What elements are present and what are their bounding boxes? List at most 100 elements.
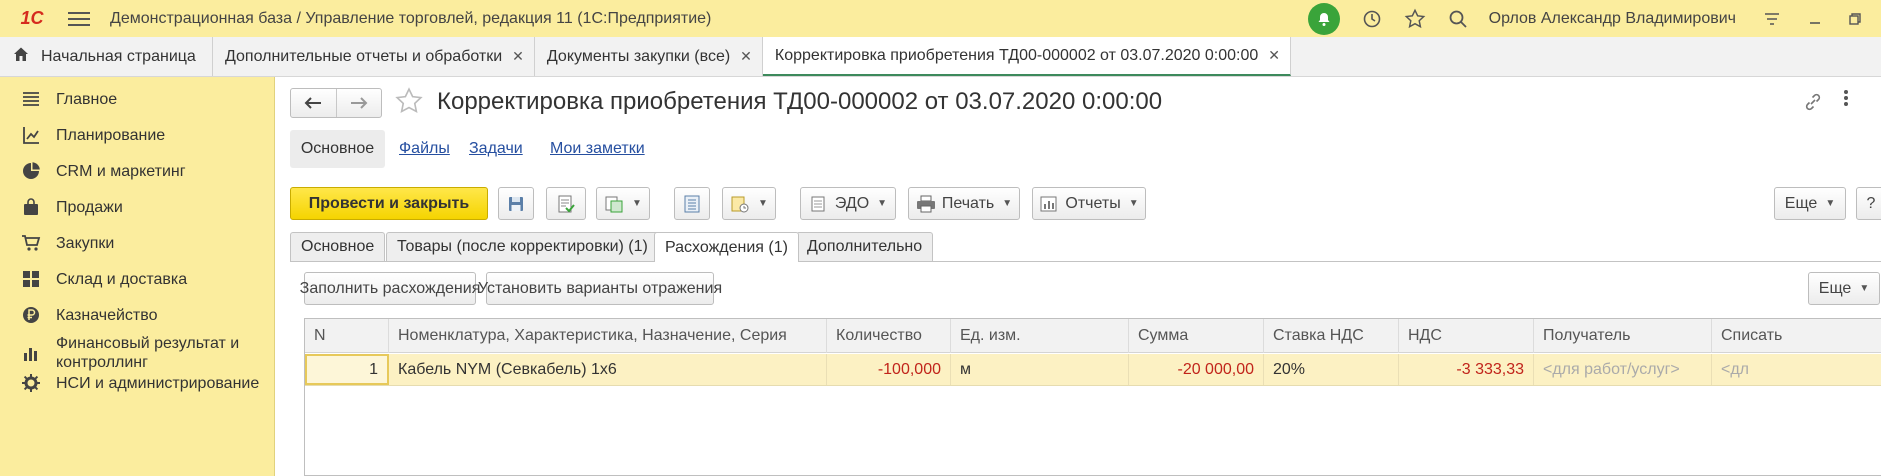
column-header-vat-rate[interactable]: Ставка НДС [1264, 319, 1399, 353]
sidebar-item-crm[interactable]: CRM и маркетинг [0, 159, 275, 183]
column-header-unit[interactable]: Ед. изм. [951, 319, 1129, 353]
tab-goods-after-correction[interactable]: Товары (после корректировки) (1) [386, 232, 659, 261]
sidebar-item-label: Главное [56, 90, 118, 108]
user-name[interactable]: Орлов Александр Владимирович [1489, 10, 1736, 28]
close-icon[interactable]: ✕ [512, 48, 524, 65]
section-main[interactable]: Основное [290, 130, 385, 168]
sidebar-item-label: НСИ и администрирование [56, 374, 260, 392]
attachments-button[interactable]: ▼ [722, 187, 776, 220]
section-files-link[interactable]: Файлы [399, 130, 450, 168]
tab-purchase-correction[interactable]: Корректировка приобретения ТД00-000002 о… [762, 37, 1292, 76]
gear-icon [20, 372, 42, 394]
reports-icon [1039, 194, 1059, 214]
cell-vat[interactable]: -3 333,33 [1399, 354, 1534, 385]
cell-unit[interactable]: м [951, 354, 1129, 385]
cell-item[interactable]: Кабель NYM (Севкабель) 1х6 [389, 354, 827, 385]
tab-additional[interactable]: Дополнительно [796, 232, 934, 261]
edo-icon [809, 194, 829, 214]
tab-additional-reports[interactable]: Дополнительные отчеты и обработки ✕ [213, 37, 535, 76]
chevron-down-icon: ▼ [1825, 198, 1836, 209]
cell-n[interactable]: 1 [305, 354, 389, 385]
chevron-down-icon: ▼ [632, 198, 642, 209]
table-row[interactable]: 1 Кабель NYM (Севкабель) 1х6 -100,000 м … [305, 354, 1881, 386]
sidebar-item-label: Финансовый результат и контроллинг [56, 335, 240, 371]
section-tasks-link[interactable]: Задачи [469, 130, 523, 168]
tab-discrepancies[interactable]: Расхождения (1) [654, 232, 799, 262]
cell-writeoff[interactable]: <дл [1712, 354, 1881, 385]
document-list-icon [682, 194, 702, 214]
warehouse-grid-icon [20, 268, 42, 290]
post-button[interactable] [546, 187, 586, 220]
column-header-quantity[interactable]: Количество [827, 319, 951, 353]
back-arrow-icon[interactable] [291, 89, 336, 117]
sidebar-item-purchases[interactable]: Закупки [0, 231, 275, 255]
tab-purchase-documents[interactable]: Документы закупки (все) ✕ [535, 37, 763, 76]
column-header-writeoff[interactable]: Списать [1712, 319, 1881, 353]
close-icon[interactable]: ✕ [1268, 47, 1280, 64]
edo-label: ЭДО [834, 194, 870, 212]
sidebar-item-treasury[interactable]: Казначейство [0, 303, 275, 327]
home-icon [12, 45, 30, 68]
link-icon[interactable] [1803, 92, 1823, 118]
help-button[interactable]: ? [1856, 187, 1881, 220]
title-bar: 1С Демонстрационная база / Управление то… [0, 0, 1881, 37]
main-menu-icon[interactable] [68, 11, 90, 26]
more-vertical-icon[interactable] [1843, 89, 1849, 113]
sections-sidebar: Главное Планирование CRM и маркетинг Про… [0, 77, 275, 476]
cell-vat-rate[interactable]: 20% [1264, 354, 1399, 385]
column-header-vat[interactable]: НДС [1399, 319, 1534, 353]
settings-menu-icon[interactable] [1760, 7, 1784, 31]
fill-discrepancies-button[interactable]: Заполнить расхождения [300, 272, 480, 305]
sidebar-item-admin[interactable]: НСИ и администрирование [0, 371, 275, 395]
cart-icon [20, 232, 42, 254]
column-header-item[interactable]: Номенклатура, Характеристика, Назначение… [389, 319, 827, 353]
more-label: Еще [1784, 194, 1818, 212]
favorites-star-icon[interactable] [1403, 7, 1427, 31]
menu-lines-icon [20, 88, 42, 110]
tab-main[interactable]: Основное [290, 232, 386, 261]
table-header: N Номенклатура, Характеристика, Назначен… [305, 319, 1881, 353]
create-based-on-button[interactable]: ▼ [596, 187, 650, 220]
sidebar-item-financial-result[interactable]: Финансовый результат и контроллинг [0, 329, 275, 377]
pie-chart-icon [20, 160, 42, 182]
column-header-n[interactable]: N [305, 319, 389, 353]
set-reflection-variants-button[interactable]: Установить варианты отражения [478, 272, 722, 305]
tab-home[interactable]: Начальная страница [0, 37, 213, 76]
reports-label: Отчеты [1065, 194, 1121, 212]
sidebar-item-warehouse[interactable]: Склад и доставка [0, 267, 275, 291]
document-structure-button[interactable] [674, 187, 710, 220]
edo-button[interactable]: ЭДО ▼ [800, 187, 896, 220]
restore-window-icon[interactable] [1843, 7, 1867, 31]
forward-arrow-icon[interactable] [335, 89, 382, 117]
ruble-coin-icon [20, 304, 42, 326]
tab-divider [290, 261, 1881, 262]
notifications-bell-icon[interactable] [1307, 2, 1340, 35]
more-button[interactable]: Еще ▼ [1774, 187, 1846, 220]
add-to-favorites-star-icon[interactable] [394, 86, 424, 122]
cell-recipient[interactable]: <для работ/услуг> [1534, 354, 1712, 385]
history-icon[interactable] [1360, 7, 1384, 31]
history-navigation [290, 88, 382, 118]
search-icon[interactable] [1446, 7, 1470, 31]
column-header-recipient[interactable]: Получатель [1534, 319, 1712, 353]
document-form: Корректировка приобретения ТД00-000002 о… [276, 77, 1881, 476]
table-more-button[interactable]: Еще ▼ [1808, 272, 1880, 305]
cell-quantity[interactable]: -100,000 [827, 354, 951, 385]
logo-1c: 1С [20, 8, 44, 28]
chevron-down-icon: ▼ [1859, 283, 1870, 294]
reports-button[interactable]: Отчеты ▼ [1032, 187, 1146, 220]
save-button[interactable] [498, 187, 534, 220]
sidebar-item-sales[interactable]: Продажи [0, 195, 275, 219]
sidebar-item-main[interactable]: Главное [0, 87, 275, 111]
close-icon[interactable]: ✕ [740, 48, 752, 65]
post-and-close-button[interactable]: Провести и закрыть [290, 187, 488, 220]
column-header-sum[interactable]: Сумма [1129, 319, 1264, 353]
cell-sum[interactable]: -20 000,00 [1129, 354, 1264, 385]
print-button[interactable]: Печать ▼ [908, 187, 1020, 220]
minimize-icon[interactable] [1803, 7, 1827, 31]
app-title: Демонстрационная база / Управление торго… [110, 9, 712, 27]
sidebar-item-planning[interactable]: Планирование [0, 123, 275, 147]
page-title: Корректировка приобретения ТД00-000002 о… [437, 88, 1163, 115]
attachment-clip-icon [730, 194, 750, 214]
section-notes-link[interactable]: Мои заметки [550, 130, 645, 168]
